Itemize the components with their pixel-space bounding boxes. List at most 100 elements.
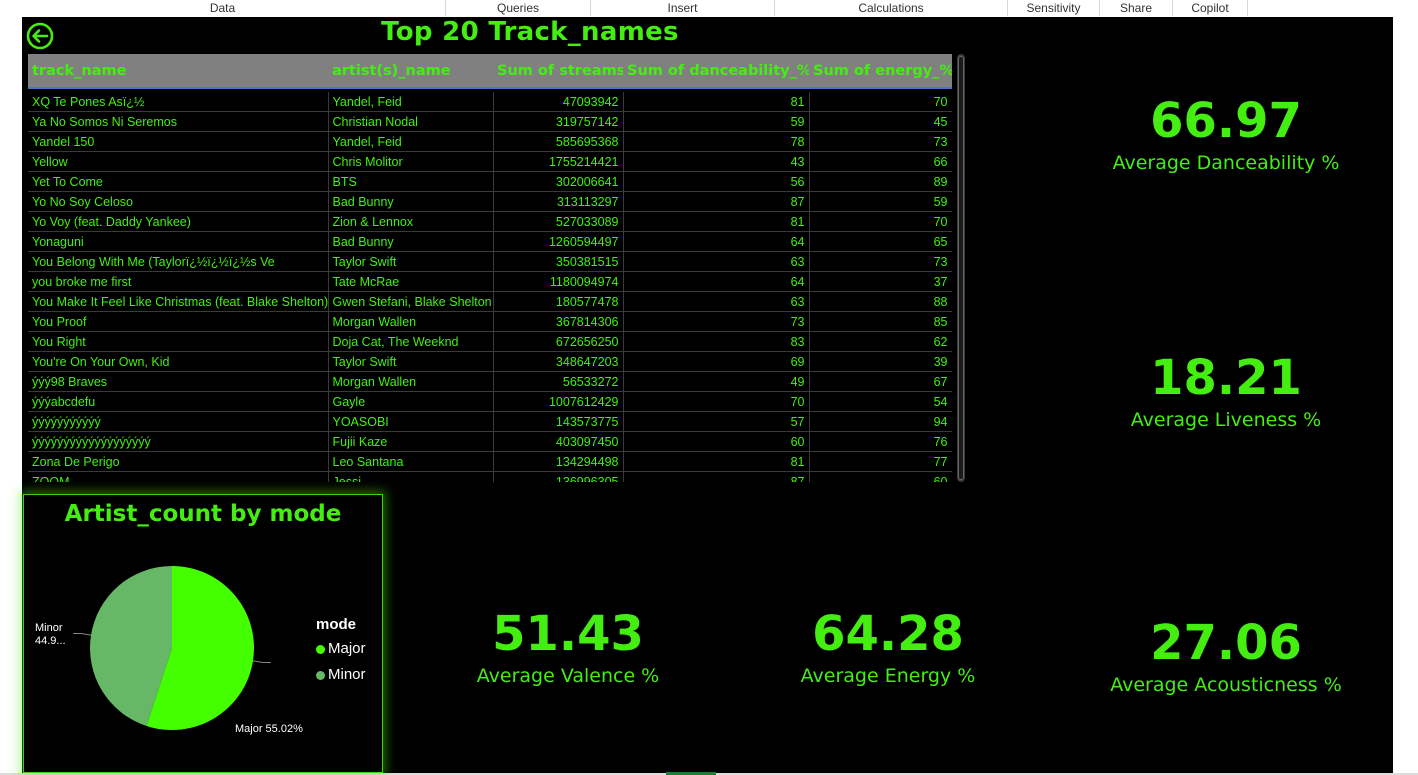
ribbon-tab-copilot[interactable]: Copilot bbox=[1173, 0, 1248, 16]
column-header-sum-energy[interactable]: Sum of energy_% bbox=[809, 54, 952, 89]
pie-data-label-minor-line2: 44.9... bbox=[35, 635, 66, 647]
cell-track-name: ýýýýýýýýýýýýýýýýýýý bbox=[28, 431, 329, 452]
cell-streams: 313113297 bbox=[493, 191, 624, 212]
legend-title: mode bbox=[316, 616, 357, 633]
table-row[interactable]: Yet To Come BTS 302006641 56 89 bbox=[28, 171, 952, 192]
ribbon-tab-queries[interactable]: Queries bbox=[446, 0, 591, 16]
page-title: Top 20 Track_names bbox=[381, 17, 679, 47]
cell-danceability: 73 bbox=[623, 311, 810, 332]
table-row[interactable]: Yo Voy (feat. Daddy Yankee) Zion & Lennox… bbox=[28, 211, 952, 232]
legend-item-minor[interactable]: Minor bbox=[316, 666, 366, 683]
pie-data-label-major: Major 55.02% bbox=[235, 723, 303, 735]
cell-track-name: You Belong With Me (Taylorï¿½ï¿½ï¿½s Ve bbox=[28, 251, 329, 272]
ribbon-tab-calculations[interactable]: Calculations bbox=[775, 0, 1008, 16]
table-row[interactable]: You Make It Feel Like Christmas (feat. B… bbox=[28, 291, 952, 312]
legend-label-minor: Minor bbox=[328, 666, 366, 683]
table-row[interactable]: You Proof Morgan Wallen 367814306 73 85 bbox=[28, 311, 952, 332]
cell-artist-name: Morgan Wallen bbox=[328, 311, 494, 332]
table-row[interactable]: Yandel 150 Yandel, Feid 585695368 78 73 bbox=[28, 131, 952, 152]
table-scrollbar-thumb[interactable] bbox=[958, 56, 964, 480]
ribbon-tab-data[interactable]: Data bbox=[0, 0, 446, 16]
cell-streams: 1260594497 bbox=[493, 231, 624, 252]
cell-track-name: ýýý98 Braves bbox=[28, 371, 329, 392]
cell-artist-name: Gayle bbox=[328, 391, 494, 412]
cell-track-name: You Right bbox=[28, 331, 329, 352]
cell-track-name: ýýýabcdefu bbox=[28, 391, 329, 412]
cell-artist-name: BTS bbox=[328, 171, 494, 192]
cell-energy: 59 bbox=[809, 191, 952, 212]
ribbon: Data Queries Insert Calculations Sensiti… bbox=[0, 0, 1418, 16]
cell-energy: 62 bbox=[809, 331, 952, 352]
cell-streams: 136996305 bbox=[493, 471, 624, 482]
column-header-artist-name[interactable]: artist(s)_name bbox=[328, 54, 493, 89]
cell-danceability: 70 bbox=[623, 391, 810, 412]
cell-energy: 66 bbox=[809, 151, 952, 172]
top-tracks-table[interactable]: track_name artist(s)_name Sum of streams… bbox=[28, 54, 952, 482]
cell-danceability: 63 bbox=[623, 291, 810, 312]
kpi-card-danceability: 66.97 Average Danceability % bbox=[1066, 93, 1386, 175]
cell-energy: 70 bbox=[809, 92, 952, 112]
table-row[interactable]: ýýýýýýýýýýý YOASOBI 143573775 57 94 bbox=[28, 411, 952, 432]
table-row[interactable]: you broke me first Tate McRae 1180094974 64… bbox=[28, 271, 952, 292]
cell-artist-name: Morgan Wallen bbox=[328, 371, 494, 392]
cell-energy: 67 bbox=[809, 371, 952, 392]
kpi-value: 66.97 bbox=[1150, 93, 1302, 149]
pie-data-label-minor: Minor 44.9... bbox=[35, 622, 66, 648]
cell-danceability: 59 bbox=[623, 111, 810, 132]
cell-energy: 76 bbox=[809, 431, 952, 452]
table-row[interactable]: You Belong With Me (Taylorï¿½ï¿½ï¿½s Ve T… bbox=[28, 251, 952, 272]
cell-danceability: 87 bbox=[623, 471, 810, 482]
table-row[interactable]: ýýýabcdefu Gayle 1007612429 70 54 bbox=[28, 391, 952, 412]
pie-leader-line-major bbox=[252, 660, 271, 663]
cell-energy: 45 bbox=[809, 111, 952, 132]
table-row[interactable]: ýýý98 Braves Morgan Wallen 56533272 49 67 bbox=[28, 371, 952, 392]
cell-artist-name: Gwen Stefani, Blake Shelton bbox=[328, 291, 494, 312]
cell-track-name: XQ Te Pones Asï¿½ bbox=[28, 92, 329, 112]
column-header-track-name[interactable]: track_name bbox=[28, 54, 328, 89]
table-row[interactable]: ZOOM Jessi 136996305 87 60 bbox=[28, 471, 952, 482]
cell-danceability: 64 bbox=[623, 271, 810, 292]
cell-energy: 65 bbox=[809, 231, 952, 252]
cell-artist-name: Bad Bunny bbox=[328, 231, 494, 252]
pie-chart[interactable] bbox=[24, 495, 382, 772]
ribbon-tab-insert[interactable]: Insert bbox=[591, 0, 775, 16]
table-row[interactable]: ýýýýýýýýýýýýýýýýýýý Fujii Kaze 403097450 60… bbox=[28, 431, 952, 452]
table-row[interactable]: Zona De Perigo Leo Santana 134294498 81 77 bbox=[28, 451, 952, 472]
cell-streams: 143573775 bbox=[493, 411, 624, 432]
table-row[interactable]: Yellow Chris Molitor 1755214421 43 66 bbox=[28, 151, 952, 172]
table-row[interactable]: Yo No Soy Celoso Bad Bunny 313113297 87 59 bbox=[28, 191, 952, 212]
cell-energy: 70 bbox=[809, 211, 952, 232]
pie-leader-line-minor bbox=[73, 633, 92, 636]
cell-danceability: 43 bbox=[623, 151, 810, 172]
cell-streams: 47093942 bbox=[493, 92, 624, 112]
column-header-sum-streams[interactable]: Sum of streams bbox=[493, 54, 623, 89]
ribbon-tab-share[interactable]: Share bbox=[1100, 0, 1173, 16]
cell-danceability: 64 bbox=[623, 231, 810, 252]
kpi-card-energy: 64.28 Average Energy % bbox=[728, 606, 1048, 688]
pie-chart-card[interactable]: Artist_count by mode mode Major Minor Mi… bbox=[23, 494, 383, 773]
cell-track-name: you broke me first bbox=[28, 271, 329, 292]
cell-danceability: 60 bbox=[623, 431, 810, 452]
table-row[interactable]: You Right Doja Cat, The Weeknd 672656250 83… bbox=[28, 331, 952, 352]
cell-danceability: 87 bbox=[623, 191, 810, 212]
cell-artist-name: Chris Molitor bbox=[328, 151, 494, 172]
back-arrow-icon[interactable] bbox=[26, 22, 54, 50]
cell-streams: 319757142 bbox=[493, 111, 624, 132]
cell-streams: 134294498 bbox=[493, 451, 624, 472]
table-row[interactable]: Yonaguni Bad Bunny 1260594497 64 65 bbox=[28, 231, 952, 252]
cell-streams: 403097450 bbox=[493, 431, 624, 452]
kpi-label: Average Valence % bbox=[476, 665, 660, 687]
cell-track-name: You're On Your Own, Kid bbox=[28, 351, 329, 372]
column-header-sum-danceability[interactable]: Sum of danceability_% bbox=[623, 54, 809, 89]
table-row[interactable]: You're On Your Own, Kid Taylor Swift 34864… bbox=[28, 351, 952, 372]
legend-swatch-minor bbox=[316, 670, 325, 680]
cell-danceability: 57 bbox=[623, 411, 810, 432]
table-row[interactable]: Ya No Somos Ni Seremos Christian Nodal 319… bbox=[28, 111, 952, 132]
ribbon-tab-sensitivity[interactable]: Sensitivity bbox=[1008, 0, 1100, 16]
legend-item-major[interactable]: Major bbox=[316, 640, 366, 657]
cell-track-name: Yonaguni bbox=[28, 231, 329, 252]
table-row[interactable]: XQ Te Pones Asï¿½ Yandel, Feid 47093942 81 7… bbox=[28, 92, 952, 112]
legend-label-major: Major bbox=[328, 640, 366, 657]
cell-danceability: 49 bbox=[623, 371, 810, 392]
kpi-card-valence: 51.43 Average Valence % bbox=[408, 606, 728, 688]
